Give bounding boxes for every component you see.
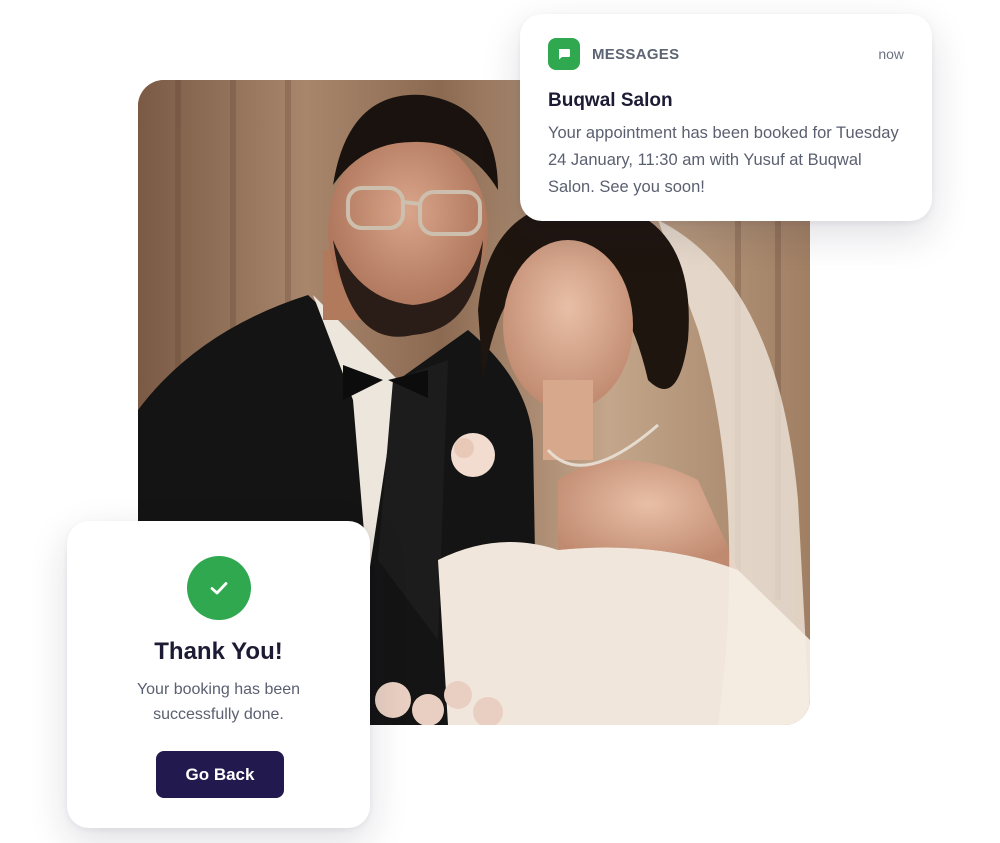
booking-confirmation-card: Thank You! Your booking has been success…	[67, 521, 370, 828]
confirmation-message: Your booking has been successfully done.	[136, 681, 301, 723]
notification-app-name: MESSAGES	[592, 45, 680, 63]
notification-header: MESSAGES now	[548, 38, 904, 70]
notification-time: now	[878, 46, 904, 62]
go-back-button[interactable]: Go Back	[156, 751, 284, 798]
message-notification-card[interactable]: MESSAGES now Buqwal Salon Your appointme…	[520, 14, 932, 221]
confirmation-title: Thank You!	[154, 638, 283, 665]
message-bubble-icon	[548, 38, 580, 70]
notification-body: Your appointment has been booked for Tue…	[548, 124, 899, 196]
check-icon	[187, 556, 251, 620]
notification-title: Buqwal Salon	[548, 90, 673, 111]
